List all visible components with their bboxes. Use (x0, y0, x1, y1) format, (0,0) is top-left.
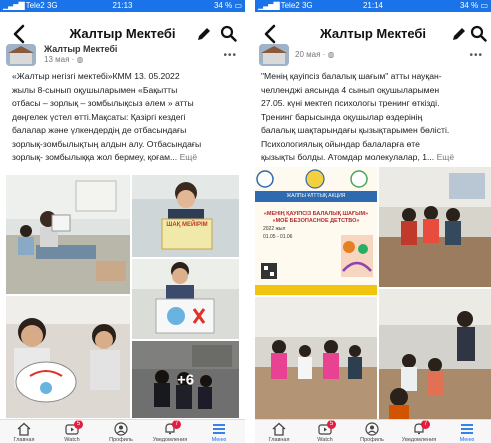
classroom-photo (6, 175, 130, 294)
post-timestamp: 20 мая · ◍ (295, 50, 335, 59)
nav-watch[interactable]: 5 Watch (50, 420, 94, 443)
post-photo[interactable] (6, 175, 130, 294)
post-header: 20 мая · ◍ ••• (255, 44, 491, 68)
post-photo[interactable] (379, 289, 491, 421)
more-photos-count: +6 (176, 371, 195, 388)
photo-grid: ШАҚ МЕЙІРІМ +6 (0, 175, 245, 419)
girl-drawing-photo (6, 296, 130, 418)
globe-icon: ◍ (327, 50, 335, 59)
nav-profile[interactable]: Профиль (350, 422, 394, 443)
flyer-dates: 2022 жыл 01.05 - 01.06 (263, 226, 293, 240)
post-photo[interactable] (132, 259, 239, 339)
clock: 21:14 (362, 1, 384, 10)
nav-home[interactable]: Главная (257, 422, 301, 443)
nav-home[interactable]: Главная (2, 422, 46, 443)
clock: 21:13 (112, 1, 133, 10)
post-photo[interactable]: ШАҚ МЕЙІРІМ (132, 175, 239, 257)
post-text: «Жалтыр негізгі мектебі»КММ 13. 05.2022 … (12, 70, 239, 165)
notifications-badge: 7 (172, 420, 181, 429)
post-line: «Жалтыр негізгі мектебі»КММ 13. 05.2022 (12, 71, 180, 81)
post-line: Тренинг барысында оқушылар өздерінің (261, 111, 423, 122)
psychologist-photo (379, 289, 491, 421)
post-line: отбасы – зорлық – зомбылықсыз әлем » атт… (12, 98, 194, 108)
see-more-link[interactable]: Ещё (434, 152, 455, 162)
post-line: зорлық-зомбылықтың алдын алу. Отбасындағ… (12, 138, 202, 149)
post-timestamp: 13 мая · ◍ (44, 55, 84, 64)
classroom-games-photo (255, 297, 377, 421)
left-screen: ▁▃▅▇ Tele2 3G 21:13 34 % ▭ Жалтыр Мектебі… (0, 0, 245, 443)
post-line: жылы 8-сынып оқушыларымен «Бақытты (12, 84, 178, 95)
post-line: Психологиялық ойындар балаларға өте (261, 138, 420, 149)
post-line: "Менің қауіпсіз балалық шағым" атты науқ… (261, 71, 442, 81)
post-line: 27.05. күні мектеп психологы тренинг өтк… (261, 98, 440, 108)
globe-icon: ◍ (76, 55, 84, 64)
post-photo[interactable] (255, 297, 377, 421)
flyer-title: «МЕНІҢ ҚАУІПСІЗ БАЛАЛЫҚ ШАҒЫМ» «МОЁ БЕЗО… (263, 211, 369, 224)
see-more-link[interactable]: Ещё (177, 152, 198, 162)
more-options-icon[interactable]: ••• (223, 50, 237, 61)
bottom-nav: Главная 5 Watch Профиль 7 Уведомления Ме… (0, 419, 245, 443)
bottom-nav: Главная 5 Watch Профиль 7 Уведомления Ме… (255, 419, 491, 443)
post-line: зорлық- зомбылыққа жол бермеу, қоғам... … (12, 152, 198, 162)
photo-grid: ЖАЛПЫ ҰЛТТЫҚ АКЦИЯ «МЕНІҢ ҚАУІПСІЗ БАЛАЛ… (255, 167, 491, 421)
screen-divider (245, 0, 255, 443)
post-header: Жалтыр Мектебі 13 мая · ◍ ••• (0, 44, 245, 68)
search-icon[interactable] (470, 25, 487, 42)
nav-watch[interactable]: 5 Watch (303, 420, 347, 443)
home-icon (272, 422, 286, 436)
nav-profile[interactable]: Профиль (99, 422, 143, 443)
battery-label: 34 % ▭ (213, 1, 242, 10)
menu-icon (461, 424, 473, 434)
post-text: "Менің қауіпсіз балалық шағым" атты науқ… (261, 70, 487, 165)
student-poster-photo (132, 259, 239, 339)
nav-menu[interactable]: Меню (197, 422, 241, 443)
training-photo (379, 167, 491, 287)
post-line: балалық шақтарындағы қызықтарымен бөліст… (261, 125, 450, 135)
post-line: қызықты болды. Атомдар молекулалар, 1...… (261, 152, 455, 162)
post-line: челленджі аясында 4 сынып оқушыларымен (261, 84, 440, 95)
post-line: балалар және үлкендердің де отбасындағы (12, 125, 187, 135)
post-photo[interactable] (379, 167, 491, 287)
sign-text: ШАҚ МЕЙІРІМ (166, 222, 208, 228)
home-icon (17, 422, 31, 436)
profile-icon (365, 422, 379, 436)
watch-badge: 5 (327, 420, 336, 429)
pencil-icon[interactable] (196, 26, 212, 42)
page-name[interactable]: Жалтыр Мектебі (44, 44, 117, 54)
search-icon[interactable] (220, 25, 237, 42)
profile-icon (114, 422, 128, 436)
flyer-band: ЖАЛПЫ ҰЛТТЫҚ АКЦИЯ (255, 191, 377, 202)
nav-notifications[interactable]: 7 Уведомления (397, 420, 441, 443)
battery-label: 34 % ▭ (459, 1, 488, 10)
post-photo-more[interactable]: +6 (132, 341, 239, 418)
right-screen: ▁▃▅▇ Tele2 3G 21:14 34 % ▭ Жалтыр Мектебі… (255, 0, 491, 443)
avatar[interactable] (259, 44, 289, 66)
status-bar: ▁▃▅▇ Tele2 3G 21:13 34 % ▭ (0, 0, 245, 12)
avatar[interactable] (6, 44, 36, 66)
event-flyer[interactable]: ЖАЛПЫ ҰЛТТЫҚ АКЦИЯ «МЕНІҢ ҚАУІПСІЗ БАЛАЛ… (255, 167, 377, 295)
watch-badge: 5 (74, 420, 83, 429)
nav-menu[interactable]: Меню (445, 422, 489, 443)
nav-notifications[interactable]: 7 Уведомления (148, 420, 192, 443)
post-photo[interactable] (6, 296, 130, 418)
post-line: дөңгелек үстел өтті.Мақсаты: Қазіргі кез… (12, 111, 186, 122)
pencil-icon[interactable] (451, 26, 467, 42)
status-bar: ▁▃▅▇ Tele2 3G 21:14 34 % ▭ (255, 0, 491, 12)
menu-icon (213, 424, 225, 434)
notifications-badge: 7 (421, 420, 430, 429)
more-options-icon[interactable]: ••• (469, 50, 483, 61)
